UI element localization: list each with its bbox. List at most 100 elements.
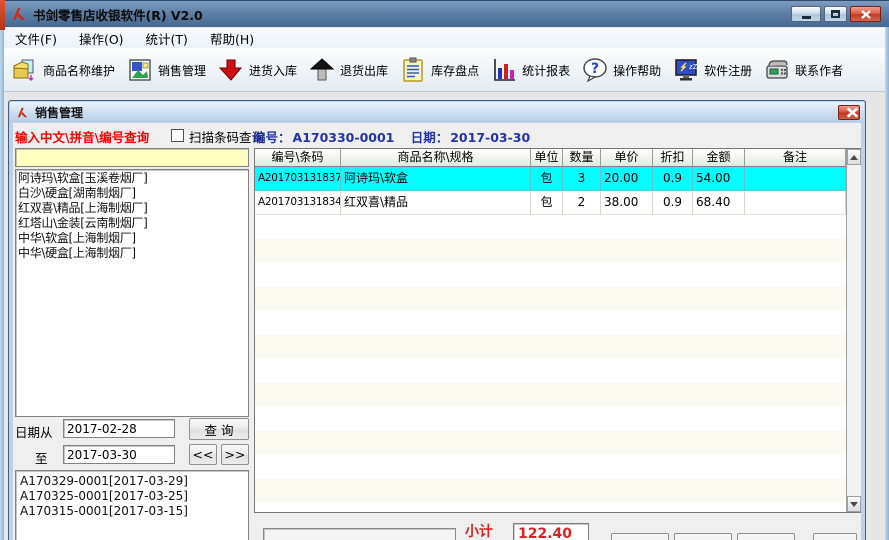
svg-text:zZ: zZ [689,63,698,71]
receipt-no-value: A170330-0001 [292,130,395,145]
window-title: 书剑零售店收银软件(R) V2.0 [33,7,203,23]
monitor-icon: zZ [675,59,698,81]
app-logo-icon [13,8,25,20]
scroll-up-button[interactable] [847,149,861,165]
cell-discount[interactable]: 0.9 [653,191,693,215]
footer-button-3[interactable] [737,533,795,540]
table-row[interactable]: A20170313183432 红双喜\精品 包 2 38.00 0.9 68.… [255,191,846,215]
list-item[interactable]: 红塔山\金装[云南制烟厂] [18,216,248,231]
window-left-border [0,27,4,540]
date-from-input[interactable] [63,419,175,438]
close-button[interactable] [850,6,881,22]
sales-window: 销售管理 输入中文\拼音\编号查询 扫描条码查询 编号： A170330-0001… [8,100,866,540]
toolbar-label: 操作帮助 [613,63,662,78]
main-titlebar[interactable]: 书剑零售店收银软件(R) V2.0 [0,0,889,27]
close-icon [860,9,871,19]
question-icon: ? [583,58,607,83]
list-item[interactable]: 白沙\硬盒[湖南制烟厂] [18,186,248,201]
toolbar-label: 统计报表 [522,63,571,78]
clipboard-icon [403,57,423,82]
sales-window-title: 销售管理 [35,105,84,120]
toolbar-label: 联系作者 [795,63,844,78]
cell-unit[interactable]: 包 [531,191,563,215]
toolbar-inventory-check[interactable]: 库存盘点 [400,57,479,83]
cell-name[interactable]: 红双喜\精品 [341,191,531,215]
cell-unit[interactable]: 包 [531,167,563,191]
cell-price[interactable]: 38.00 [601,191,653,215]
prev-receipt-button[interactable]: << [189,444,217,465]
toolbar-contact-author[interactable]: 联系作者 [764,57,843,83]
maximize-button[interactable] [824,6,847,22]
toolbar-label: 销售管理 [158,63,207,78]
next-receipt-button[interactable]: >> [221,444,249,465]
red-arrow-down-icon [218,59,243,81]
list-item[interactable]: 阿诗玛\软盒[玉溪卷烟厂] [18,171,248,186]
menu-operate[interactable]: 操作(O) [68,27,135,50]
toolbar-purchase-in[interactable]: 进货入库 [218,57,297,83]
receipt-list[interactable]: A170329-0001[2017-03-29] A170325-0001[20… [15,470,249,540]
scan-barcode-checkbox[interactable] [171,129,184,142]
product-search-input[interactable] [15,148,249,167]
toolbar-statistics-report[interactable]: 统计报表 [491,57,570,83]
toolbar-software-register[interactable]: zZ 软件注册 [673,57,752,83]
toolbar-product-maintenance[interactable]: 商品名称维护 [12,57,115,83]
cell-note[interactable] [745,191,846,215]
cell-amount[interactable]: 54.00 [693,167,745,191]
minimize-icon [801,16,811,19]
cell-code[interactable]: A20170313183432 [255,191,341,215]
cell-discount[interactable]: 0.9 [653,167,693,191]
subtotal-value[interactable]: 122.40 [513,523,589,540]
edge-accent [0,0,5,30]
query-button[interactable]: 查 询 [189,418,249,440]
receipt-date-label: 日期： [410,130,449,145]
list-item[interactable]: 中华\硬盒[上海制烟厂] [18,246,248,261]
sales-window-logo-icon [17,107,28,117]
cell-amount[interactable]: 68.40 [693,191,745,215]
query-hint-label: 输入中文\拼音\编号查询 [15,130,150,145]
cell-note[interactable] [745,167,846,191]
list-item[interactable]: 红双喜\精品[上海制烟厂] [18,201,248,216]
toolbar-label: 软件注册 [704,63,753,78]
col-header-qty: 数量 [563,149,601,167]
date-from-label: 日期从 [15,425,53,440]
toolbar-sales-management[interactable]: 销售管理 [127,57,206,83]
sales-window-close-button[interactable] [838,105,860,120]
col-header-code: 编号\条码 [255,149,341,167]
date-to-input[interactable] [63,445,175,464]
list-item[interactable]: A170329-0001[2017-03-29] [20,474,248,489]
footer-button-1[interactable] [611,533,669,540]
cell-name[interactable]: 阿诗玛\软盒 [341,167,531,191]
list-item[interactable]: A170325-0001[2017-03-25] [20,489,248,504]
cell-price[interactable]: 20.00 [601,167,653,191]
sales-window-client: 输入中文\拼音\编号查询 扫描条码查询 编号： A170330-0001 日期： 2… [13,123,861,540]
cell-qty[interactable]: 3 [563,167,601,191]
footer-button-2[interactable] [674,533,732,540]
toolbar-label: 退货出库 [340,63,389,78]
toolbar-help[interactable]: ? 操作帮助 [582,57,661,83]
menu-file[interactable]: 文件(F) [4,27,68,50]
maximize-icon [831,10,840,18]
table-empty-rows [255,215,846,512]
footer-button-4[interactable] [813,533,857,540]
list-item[interactable]: 中华\软盒[上海制烟厂] [18,231,248,246]
cell-qty[interactable]: 2 [563,191,601,215]
cell-code[interactable]: A20170313183742 [255,167,341,191]
window-right-border [885,27,889,540]
product-list[interactable]: 阿诗玛\软盒[玉溪卷烟厂] 白沙\硬盒[湖南制烟厂] 红双喜\精品[上海制烟厂]… [15,169,249,417]
receipt-info: 编号： A170330-0001 日期： 2017-03-30 [253,127,532,146]
receipt-date-value: 2017-03-30 [450,130,531,145]
application-window: 书剑零售店收银软件(R) V2.0 文件(F) 操作(O) 统计(T) 帮助(H… [0,0,889,540]
col-header-note: 备注 [745,149,846,167]
bar-chart-icon [494,59,516,81]
table-scrollbar[interactable] [846,149,861,512]
scroll-down-button[interactable] [847,496,861,512]
menu-stats[interactable]: 统计(T) [135,27,199,50]
sales-window-titlebar[interactable]: 销售管理 [10,102,864,122]
menu-help[interactable]: 帮助(H) [199,27,265,50]
toolbar-label: 商品名称维护 [43,63,116,78]
toolbar-return-out[interactable]: 退货出库 [309,57,388,83]
receipt-no-label: 编号： [253,130,291,145]
minimize-button[interactable] [791,6,821,22]
list-item[interactable]: A170315-0001[2017-03-15] [20,504,248,519]
table-row[interactable]: A20170313183742 阿诗玛\软盒 包 3 20.00 0.9 54.… [255,167,846,191]
